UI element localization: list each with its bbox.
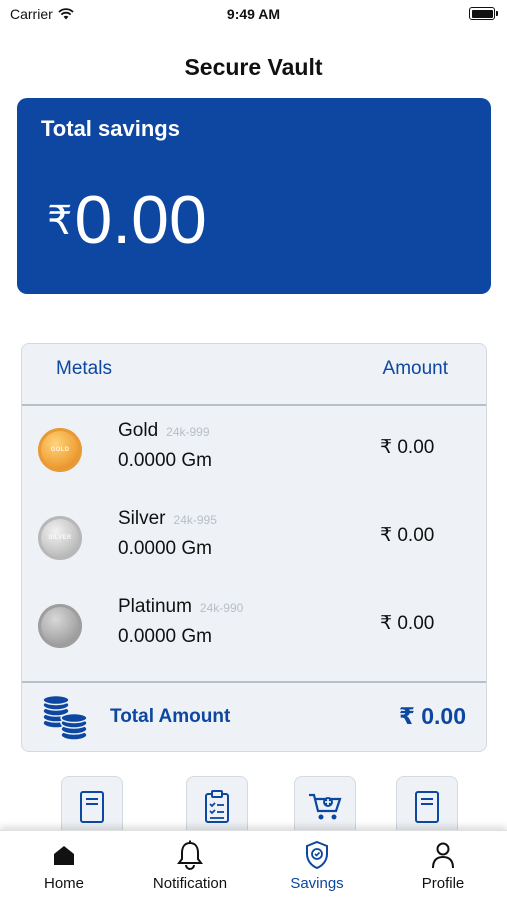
metal-amount: ₹ 0.00 bbox=[380, 437, 435, 458]
column-header-metals: Metals bbox=[56, 358, 112, 379]
book-button[interactable] bbox=[396, 776, 458, 838]
metal-row-silver[interactable]: SILVER Silver 24k-995 0.0000 Gm ₹ 0.00 bbox=[22, 494, 486, 582]
platinum-coin-icon bbox=[38, 604, 82, 648]
home-icon bbox=[54, 846, 74, 865]
checklist-icon bbox=[205, 790, 229, 823]
cart-button[interactable] bbox=[294, 776, 356, 838]
status-time: 9:49 AM bbox=[226, 6, 281, 22]
metals-table: Metals Amount GOLD Gold 24k-999 0.0000 Gm… bbox=[21, 343, 487, 752]
page-title: Secure Vault bbox=[184, 54, 323, 80]
book-icon bbox=[415, 791, 439, 823]
coins-stack-icon bbox=[42, 695, 88, 741]
status-bar: Carrier 9:49 AM bbox=[0, 0, 507, 28]
savings-label: Total savings bbox=[41, 116, 180, 141]
tab-profile[interactable]: Profile bbox=[383, 839, 503, 892]
silver-coin-text: SILVER bbox=[48, 535, 72, 541]
tab-bar: Home Notification Savings Profile bbox=[0, 830, 507, 900]
metal-amount: ₹ 0.00 bbox=[380, 525, 435, 546]
tab-label: Home bbox=[43, 875, 84, 892]
metal-weight: 0.0000 Gm bbox=[118, 538, 212, 559]
checklist-button[interactable] bbox=[186, 776, 248, 838]
column-header-amount: Amount bbox=[382, 358, 448, 379]
passbook-icon bbox=[80, 791, 104, 823]
person-icon bbox=[432, 842, 454, 869]
silver-coin-icon: SILVER bbox=[38, 516, 82, 560]
metal-weight: 0.0000 Gm bbox=[118, 626, 212, 647]
battery-icon bbox=[469, 7, 498, 20]
cart-icon bbox=[309, 793, 342, 820]
total-amount-value: ₹ 0.00 bbox=[398, 703, 466, 729]
total-row: Total Amount ₹ 0.00 bbox=[22, 681, 486, 751]
tab-label: Savings bbox=[290, 875, 344, 892]
gold-coin-text: GOLD bbox=[50, 447, 70, 453]
tab-label: Notification bbox=[152, 875, 228, 892]
tab-savings[interactable]: Savings bbox=[257, 839, 377, 892]
shield-icon bbox=[306, 840, 328, 870]
tab-notification[interactable]: Notification bbox=[130, 839, 250, 892]
bell-icon bbox=[177, 840, 203, 870]
metal-purity: 24k-999 bbox=[166, 425, 210, 439]
metal-name: Silver bbox=[118, 508, 166, 529]
passbook-button[interactable] bbox=[61, 776, 123, 838]
metal-name: Platinum bbox=[118, 596, 192, 617]
savings-card: Total savings ₹ 0.00 bbox=[17, 98, 491, 294]
tab-label: Profile bbox=[421, 875, 465, 892]
savings-amount: ₹ 0.00 bbox=[47, 186, 207, 254]
gold-coin-icon: GOLD bbox=[38, 428, 82, 472]
metal-name: Gold bbox=[118, 420, 159, 441]
metal-row-gold[interactable]: GOLD Gold 24k-999 0.0000 Gm ₹ 0.00 bbox=[22, 406, 486, 494]
metal-weight: 0.0000 Gm bbox=[118, 450, 212, 471]
metal-purity: 24k-995 bbox=[173, 513, 217, 527]
total-amount-label: Total Amount bbox=[110, 706, 231, 727]
metal-row-platinum[interactable]: Platinum 24k-990 0.0000 Gm ₹ 0.00 bbox=[22, 582, 486, 670]
metals-table-header: Metals Amount bbox=[22, 344, 486, 406]
savings-value: 0.00 bbox=[74, 182, 207, 258]
metal-amount: ₹ 0.00 bbox=[380, 613, 435, 634]
metal-purity: 24k-990 bbox=[199, 601, 244, 615]
tab-home[interactable]: Home bbox=[4, 839, 124, 892]
savings-currency: ₹ bbox=[47, 199, 73, 243]
